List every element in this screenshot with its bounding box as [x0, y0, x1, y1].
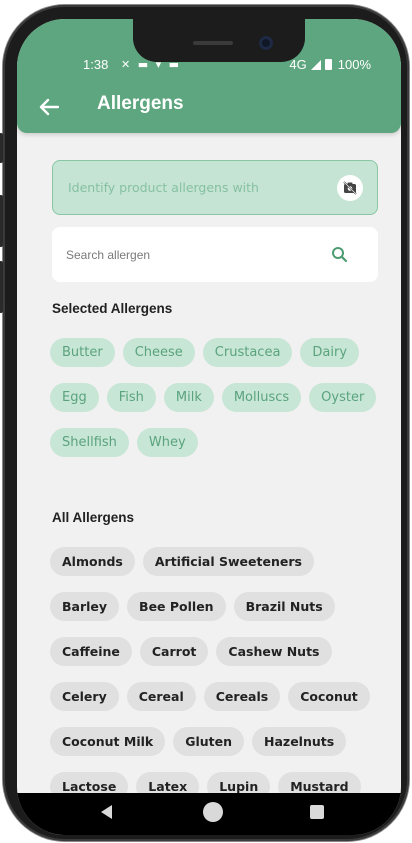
battery-icon — [324, 59, 332, 70]
speaker — [193, 41, 233, 45]
selected-allergen-chip[interactable]: Butter — [50, 338, 115, 367]
allergen-chip[interactable]: Bee Pollen — [127, 592, 226, 621]
allergen-chip[interactable]: Coconut Milk — [50, 727, 166, 756]
side-button — [0, 133, 3, 163]
identify-allergens-banner[interactable]: Identify product allergens with — [52, 160, 378, 215]
allergen-chip[interactable]: Carrot — [139, 637, 209, 666]
selected-allergen-chip[interactable]: Oyster — [309, 383, 377, 412]
camera-off-icon[interactable] — [337, 175, 363, 201]
status-time: 1:38 — [83, 57, 109, 72]
selected-allergen-chip[interactable]: Molluscs — [221, 383, 302, 412]
selected-allergen-chip[interactable]: Whey — [136, 428, 198, 457]
selected-allergen-chip[interactable]: Egg — [50, 383, 99, 412]
search-input[interactable] — [66, 244, 306, 266]
selected-allergen-chip[interactable]: Crustacea — [202, 338, 293, 367]
nav-recents-icon[interactable] — [310, 805, 324, 819]
allergen-chip[interactable]: Cashew Nuts — [216, 637, 332, 666]
allergen-chip[interactable]: Hazelnuts — [252, 727, 347, 756]
notch — [133, 19, 305, 62]
status-right: 4G 100% — [289, 57, 371, 72]
selected-allergen-chip[interactable]: Cheese — [122, 338, 195, 367]
search-bar — [52, 227, 378, 282]
allergen-chip[interactable]: Celery — [50, 682, 119, 711]
page-title: Allergens — [97, 93, 184, 114]
selected-allergens-list: Butter Cheese Crustacea Dairy Egg Fish Milk Mol… — [50, 338, 390, 457]
all-allergens-list: Almonds Artificial Sweeteners Barley Bee Po… — [50, 547, 390, 835]
allergen-chip[interactable]: Brazil Nuts — [233, 592, 335, 621]
identify-text: Identify product allergens with — [68, 180, 259, 195]
selected-allergen-chip[interactable]: Fish — [106, 383, 156, 412]
selected-allergen-chip[interactable]: Shellfish — [50, 428, 129, 457]
battery-level: 100% — [337, 57, 371, 72]
selected-allergens-title: Selected Allergens — [52, 301, 173, 316]
selected-allergen-chip[interactable]: Milk — [163, 383, 214, 412]
allergen-chip[interactable]: Cereals — [203, 682, 281, 711]
front-camera — [259, 36, 273, 50]
selected-allergen-chip[interactable]: Dairy — [300, 338, 360, 367]
allergen-chip[interactable]: Caffeine — [50, 637, 132, 666]
screen: 1:38 ✕ ▬ ▾ ▬ 4G 100% Allergens Identify … — [17, 19, 401, 835]
search-icon[interactable] — [331, 246, 348, 267]
allergen-chip[interactable]: Artificial Sweeteners — [142, 547, 314, 576]
all-allergens-title: All Allergens — [52, 510, 135, 525]
side-button — [0, 261, 3, 313]
arrow-left-icon — [39, 98, 59, 116]
allergen-chip[interactable]: Gluten — [173, 727, 245, 756]
signal-icon — [310, 59, 321, 70]
back-button[interactable] — [35, 93, 63, 121]
nav-home-icon[interactable] — [203, 802, 223, 822]
allergen-chip[interactable]: Almonds — [50, 547, 135, 576]
allergen-chip[interactable]: Cereal — [126, 682, 196, 711]
allergen-chip[interactable]: Coconut — [288, 682, 370, 711]
system-nav-bar — [17, 793, 401, 835]
side-button — [0, 195, 3, 247]
phone-frame: 1:38 ✕ ▬ ▾ ▬ 4G 100% Allergens Identify … — [0, 5, 409, 841]
allergen-chip[interactable]: Barley — [50, 592, 120, 621]
nav-back-icon[interactable] — [101, 805, 112, 819]
